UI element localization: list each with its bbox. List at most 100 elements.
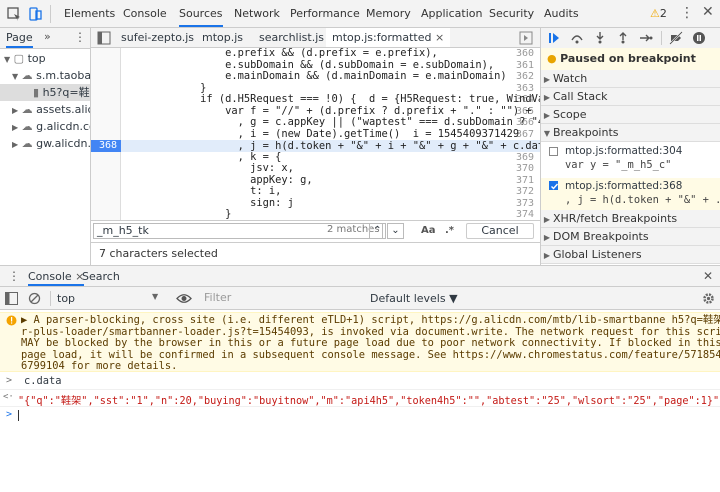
tree-item-file-selected[interactable]: ▮ h5?q=鞋架 — [0, 84, 90, 101]
line-number[interactable]: 369 — [516, 152, 534, 163]
close-drawer-icon[interactable]: ✕ — [703, 269, 713, 283]
line-number[interactable]: 371 — [516, 175, 534, 186]
tree-item-top[interactable]: ▼ ▢ top — [4, 50, 46, 67]
next-match-button[interactable]: ⌄ — [387, 223, 404, 239]
breakpoint-checkbox-checked[interactable] — [549, 181, 559, 190]
navigator-menu-icon[interactable]: ⋮ — [74, 30, 86, 44]
line-number[interactable]: 373 — [516, 198, 534, 209]
step-icon[interactable] — [639, 31, 653, 45]
code-line: , k = { — [125, 150, 282, 163]
line-gutter[interactable] — [91, 48, 121, 220]
expand-arrow-icon: ▼ — [4, 55, 11, 64]
tab-network[interactable]: Network — [234, 0, 280, 27]
chevron-up-icon: ⌃ — [373, 225, 382, 236]
input-command: c.data — [24, 375, 62, 387]
settings-gear-icon[interactable] — [702, 292, 715, 305]
cloud-icon: ☁ — [21, 103, 33, 116]
inspect-element-icon[interactable] — [6, 6, 22, 22]
collapse-arrow-icon: ▼ — [543, 129, 551, 138]
drawer-tab-console[interactable]: Console × — [28, 266, 85, 286]
line-number[interactable]: 363 — [516, 83, 534, 94]
navigator-more-tabs[interactable]: » — [44, 30, 51, 43]
section-breakpoints[interactable]: ▼ Breakpoints — [541, 124, 720, 142]
line-number[interactable]: 361 — [516, 60, 534, 71]
navigator-tab-page[interactable]: Page — [6, 31, 33, 48]
line-number[interactable]: 374 — [516, 209, 534, 220]
console-toolbar: top ▼ Filter Default levels ▼ — [0, 287, 720, 310]
match-case-toggle[interactable]: Aa — [421, 225, 436, 236]
live-expression-eye-icon[interactable] — [176, 292, 192, 305]
tree-item-domain[interactable]: ▼ ☁ s.m.taobao. — [12, 67, 90, 84]
cloud-icon: ☁ — [21, 137, 33, 150]
file-tab[interactable]: searchlist.js — [259, 28, 324, 47]
tab-sources[interactable]: Sources — [179, 0, 223, 27]
section-scope[interactable]: ▶ Scope — [541, 106, 720, 124]
section-xhr-breakpoints[interactable]: ▶ XHR/fetch Breakpoints — [541, 210, 720, 228]
resume-icon[interactable] — [547, 31, 561, 45]
code-line: jsv: x, — [125, 162, 294, 174]
log-levels-dropdown[interactable]: Default levels ▼ — [370, 292, 458, 305]
close-tab-icon[interactable]: × — [435, 31, 444, 44]
console-input-echo[interactable]: > c.data — [0, 373, 720, 390]
close-devtools-icon[interactable]: ✕ — [702, 4, 714, 20]
result-prompt-icon: <· — [3, 392, 14, 402]
line-number[interactable]: 362 — [516, 71, 534, 82]
section-dom-breakpoints[interactable]: ▶ DOM Breakpoints — [541, 228, 720, 246]
expand-arrow-icon: ▶ — [543, 93, 551, 102]
debugger-controls — [541, 28, 720, 49]
console-prompt[interactable]: > — [0, 407, 720, 425]
warning-line: ▶ A parser-blocking, cross site (i.e. di… — [21, 314, 720, 326]
breakpoint-item[interactable]: mtop.js:formatted:304 var y = "_m_h5_c" — [541, 144, 720, 178]
tree-item-domain[interactable]: ▶ ☁ g.alicdn.cor — [12, 118, 90, 135]
line-number[interactable]: 360 — [516, 48, 534, 59]
cancel-search-button[interactable]: Cancel — [466, 223, 534, 239]
info-icon: ● — [547, 52, 557, 65]
line-number[interactable]: 372 — [516, 186, 534, 197]
clear-console-icon[interactable] — [28, 292, 41, 305]
breakpoint-checkbox[interactable] — [549, 147, 558, 156]
line-number[interactable]: 370 — [516, 163, 534, 174]
section-global-listeners[interactable]: ▶ Global Listeners — [541, 246, 720, 264]
tab-performance[interactable]: Performance — [290, 0, 360, 27]
output-value: "{"q":"鞋架","sst":"1","n":20,"buying":"bu… — [18, 396, 720, 407]
toggle-debugger-icon[interactable] — [519, 31, 533, 45]
file-tab[interactable]: mtop.js — [202, 28, 243, 47]
file-tab[interactable]: sufei-zepto.js — [121, 28, 194, 47]
context-selector[interactable]: top — [57, 292, 75, 305]
tree-item-domain[interactable]: ▶ ☁ assets.alicd — [12, 101, 90, 118]
tab-audits[interactable]: Audits — [544, 0, 579, 27]
toggle-navigator-icon[interactable] — [97, 31, 111, 45]
file-tab-active[interactable]: mtop.js:formatted × — [326, 28, 451, 47]
tab-memory[interactable]: Memory — [366, 0, 411, 27]
code-editor[interactable]: 368 360 361 362 363 364 365 366 367 369 … — [91, 48, 540, 220]
step-out-icon[interactable] — [616, 31, 630, 45]
drawer-menu-icon[interactable]: ⋮ — [8, 269, 20, 283]
device-toolbar-icon[interactable] — [27, 6, 43, 22]
tab-elements[interactable]: Elements — [64, 0, 115, 27]
more-options-icon[interactable]: ⋮ — [680, 5, 694, 21]
tab-console[interactable]: Console — [123, 0, 167, 27]
console-filter-input[interactable]: Filter — [200, 290, 364, 306]
pause-on-exceptions-icon[interactable] — [692, 31, 706, 45]
console-sidebar-icon[interactable] — [5, 292, 18, 305]
tab-security[interactable]: Security — [489, 0, 534, 27]
step-into-icon[interactable] — [593, 31, 607, 45]
warnings-counter[interactable]: ⚠2 — [650, 7, 667, 20]
paused-line-number: 368 — [98, 140, 117, 151]
step-over-icon[interactable] — [570, 31, 584, 45]
deactivate-breakpoints-icon[interactable] — [669, 31, 683, 45]
drawer-tab-search[interactable]: Search — [82, 266, 120, 287]
breakpoint-item-active[interactable]: mtop.js:formatted:368 , j = h(d.token + … — [541, 178, 720, 210]
section-watch[interactable]: ▶ Watch — [541, 70, 720, 88]
navigator-header: Page » ⋮ — [0, 28, 90, 49]
context-dropdown-icon[interactable]: ▼ — [152, 292, 158, 301]
console-warning-message[interactable]: ▶ A parser-blocking, cross site (i.e. di… — [0, 312, 720, 372]
editor-status: 7 characters selected — [91, 242, 540, 265]
console-output[interactable]: <· "{"q":"鞋架","sst":"1","n":20,"buying":… — [0, 390, 720, 407]
regex-toggle[interactable]: .* — [445, 225, 454, 236]
section-call-stack[interactable]: ▶ Call Stack — [541, 88, 720, 106]
previous-match-button[interactable]: ⌃ — [369, 223, 386, 239]
tree-item-domain[interactable]: ▶ ☁ gw.alicdn.co — [12, 135, 90, 152]
code-line: , i = (new Date).getTime() i = 154540937… — [125, 127, 520, 140]
tab-application[interactable]: Application — [421, 0, 482, 27]
